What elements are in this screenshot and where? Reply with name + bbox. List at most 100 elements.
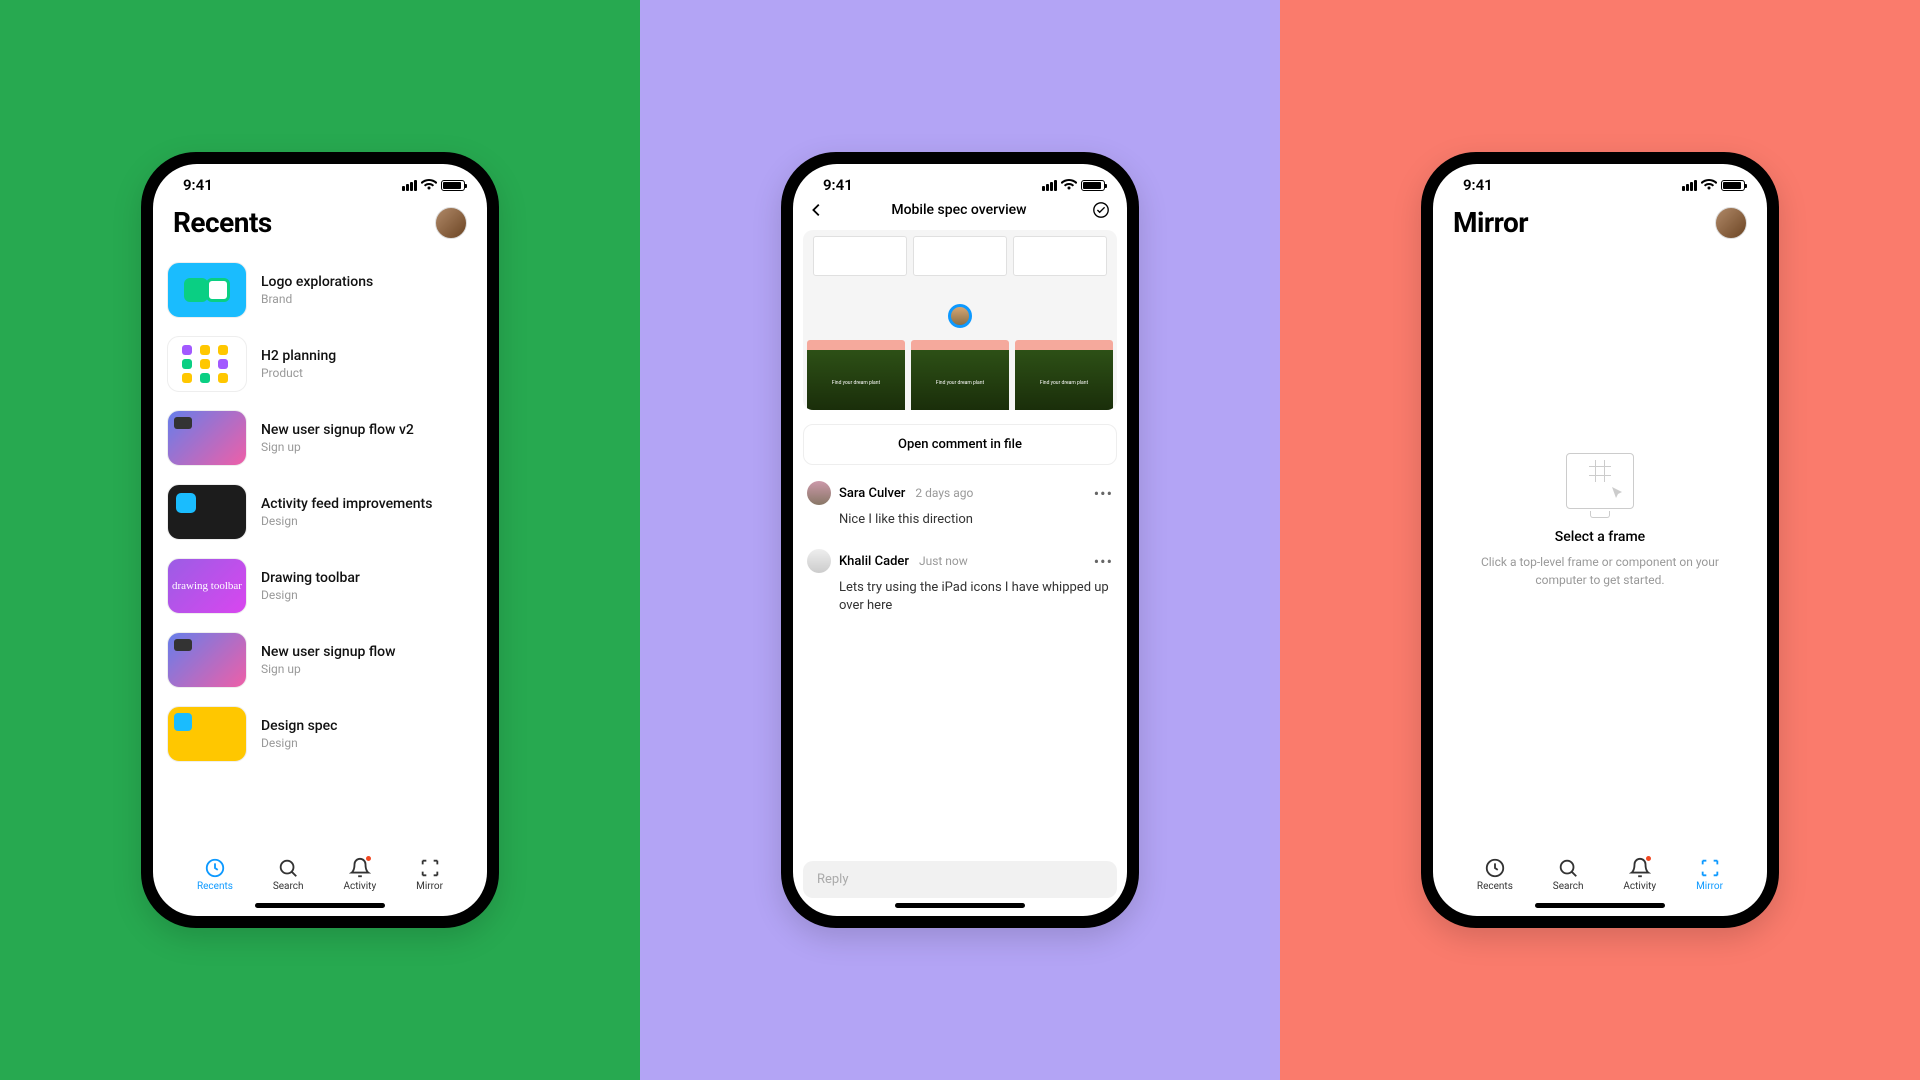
comment: Khalil Cader Just now ••• Lets try using…: [793, 539, 1127, 625]
wifi-icon: [1701, 179, 1717, 191]
clock-icon: [1484, 857, 1506, 879]
resolve-button[interactable]: [1091, 200, 1111, 220]
phone-frame: 9:41 Recents Logo explorations Brand: [141, 152, 499, 928]
file-title: Design spec: [261, 718, 338, 734]
cellular-icon: [1682, 180, 1697, 191]
wifi-icon: [421, 179, 437, 191]
file-title: Logo explorations: [261, 274, 373, 290]
file-project: Sign up: [261, 662, 395, 676]
status-bar: 9:41: [153, 164, 487, 198]
comment-more-button[interactable]: •••: [1094, 552, 1113, 571]
status-bar: 9:41: [1433, 164, 1767, 198]
status-icons: [402, 179, 465, 191]
status-time: 9:41: [1463, 176, 1493, 194]
file-thumbnail: [167, 336, 247, 392]
file-project: Sign up: [261, 440, 414, 454]
home-indicator[interactable]: [895, 903, 1025, 908]
battery-icon: [1081, 180, 1105, 191]
status-icons: [1042, 179, 1105, 191]
panel-mirror: 9:41 Mirror: [1280, 0, 1920, 1080]
file-title: Activity feed improvements: [261, 496, 432, 512]
monitor-icon: [1566, 453, 1634, 509]
activity-badge: [1645, 855, 1652, 862]
comment-time: 2 days ago: [915, 486, 973, 500]
file-project: Design: [261, 514, 432, 528]
list-item[interactable]: H2 planning Product: [167, 327, 473, 401]
comment: Sara Culver 2 days ago ••• Nice I like t…: [793, 471, 1127, 539]
mirror-empty-state: Select a frame Click a top-level frame o…: [1433, 253, 1767, 849]
comment-body: Nice I like this direction: [839, 511, 1113, 529]
file-thumbnail: [167, 706, 247, 762]
nav-bar: Mobile spec overview: [793, 198, 1127, 230]
cellular-icon: [1042, 180, 1057, 191]
home-indicator[interactable]: [1535, 903, 1665, 908]
file-project: Brand: [261, 292, 373, 306]
tab-mirror[interactable]: Mirror: [416, 857, 443, 892]
commenter-avatar[interactable]: [807, 549, 831, 573]
comment-more-button[interactable]: •••: [1094, 484, 1113, 503]
file-project: Design: [261, 736, 338, 750]
activity-badge: [365, 855, 372, 862]
cursor-icon: [1611, 486, 1625, 500]
empty-title: Select a frame: [1555, 529, 1645, 545]
wifi-icon: [1061, 179, 1077, 191]
list-item[interactable]: Design spec Design: [167, 697, 473, 771]
file-thumbnail: [167, 262, 247, 318]
check-circle-icon: [1092, 201, 1110, 219]
file-thumbnail: [167, 484, 247, 540]
canvas-preview[interactable]: [803, 230, 1117, 410]
home-indicator[interactable]: [255, 903, 385, 908]
comment-body: Lets try using the iPad icons I have whi…: [839, 579, 1113, 615]
user-avatar[interactable]: [435, 207, 467, 239]
status-icons: [1682, 179, 1745, 191]
tab-recents[interactable]: Recents: [197, 857, 233, 892]
chevron-left-icon: [808, 201, 826, 219]
clock-icon: [204, 857, 226, 879]
file-thumbnail: drawing toolbar: [167, 558, 247, 614]
phone-frame: 9:41 Mirror: [1421, 152, 1779, 928]
search-icon: [1557, 857, 1579, 879]
panel-recents: 9:41 Recents Logo explorations Brand: [0, 0, 640, 1080]
file-thumbnail: [167, 410, 247, 466]
list-item[interactable]: Logo explorations Brand: [167, 253, 473, 327]
back-button[interactable]: [807, 200, 827, 220]
phone-frame: 9:41 Mobile spec overview: [781, 152, 1139, 928]
file-title: Drawing toolbar: [261, 570, 360, 586]
page-title: Recents: [173, 206, 272, 239]
nav-title: Mobile spec overview: [891, 202, 1026, 218]
commenter-name: Sara Culver: [839, 486, 905, 501]
cellular-icon: [402, 180, 417, 191]
tab-activity[interactable]: Activity: [1623, 857, 1656, 892]
tab-mirror[interactable]: Mirror: [1696, 857, 1723, 892]
comment-pin-avatar[interactable]: [948, 304, 972, 328]
file-title: New user signup flow: [261, 644, 395, 660]
page-title: Mirror: [1453, 206, 1528, 239]
file-title: New user signup flow v2: [261, 422, 414, 438]
status-time: 9:41: [823, 176, 853, 194]
battery-icon: [441, 180, 465, 191]
list-item[interactable]: New user signup flow v2 Sign up: [167, 401, 473, 475]
list-item[interactable]: New user signup flow Sign up: [167, 623, 473, 697]
battery-icon: [1721, 180, 1745, 191]
tab-search[interactable]: Search: [1553, 857, 1584, 892]
list-item[interactable]: Activity feed improvements Design: [167, 475, 473, 549]
user-avatar[interactable]: [1715, 207, 1747, 239]
tab-search[interactable]: Search: [273, 857, 304, 892]
reply-input[interactable]: Reply: [803, 861, 1117, 898]
list-item[interactable]: drawing toolbar Drawing toolbar Design: [167, 549, 473, 623]
file-title: H2 planning: [261, 348, 336, 364]
tab-activity[interactable]: Activity: [343, 857, 376, 892]
file-thumbnail: [167, 632, 247, 688]
panel-comment: 9:41 Mobile spec overview: [640, 0, 1280, 1080]
file-project: Design: [261, 588, 360, 602]
empty-description: Click a top-level frame or component on …: [1463, 553, 1737, 589]
search-icon: [277, 857, 299, 879]
tab-recents[interactable]: Recents: [1477, 857, 1513, 892]
comment-time: Just now: [919, 554, 968, 568]
commenter-avatar[interactable]: [807, 481, 831, 505]
mirror-icon: [1699, 857, 1721, 879]
open-in-file-button[interactable]: Open comment in file: [803, 424, 1117, 465]
recents-list[interactable]: Logo explorations Brand H2 planning Produc…: [153, 253, 487, 849]
mirror-icon: [419, 857, 441, 879]
file-project: Product: [261, 366, 336, 380]
